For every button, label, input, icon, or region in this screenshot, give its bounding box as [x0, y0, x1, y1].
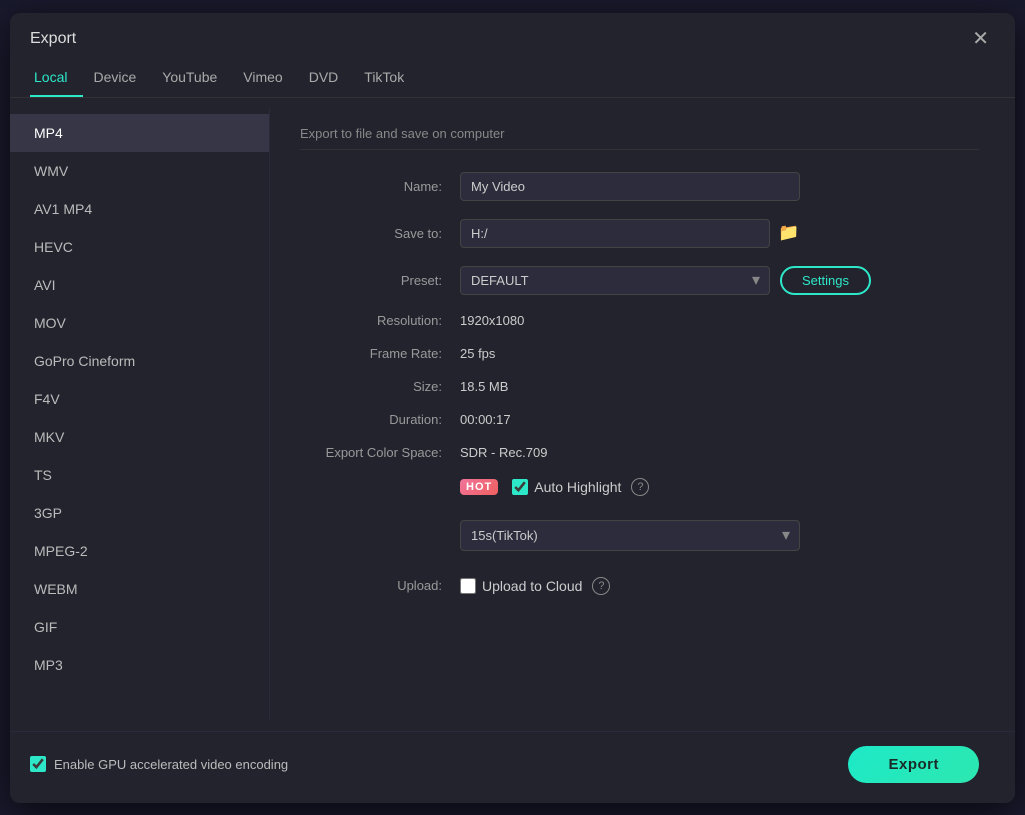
- format-list: MP4 WMV AV1 MP4 HEVC AVI MOV GoPro Cinef…: [10, 108, 270, 721]
- framerate-value: 25 fps: [460, 346, 495, 361]
- dialog-header: Export ✕: [10, 13, 1015, 51]
- tab-bar: Local Device YouTube Vimeo DVD TikTok: [10, 55, 1015, 98]
- close-button[interactable]: ✕: [966, 27, 995, 51]
- color-space-label: Export Color Space:: [300, 445, 460, 460]
- format-gopro[interactable]: GoPro Cineform: [10, 342, 269, 380]
- footer: Enable GPU accelerated video encoding Ex…: [10, 731, 1015, 803]
- preset-select[interactable]: DEFAULT Custom High Quality Low Quality: [460, 266, 770, 295]
- format-3gp[interactable]: 3GP: [10, 494, 269, 532]
- format-mpeg2[interactable]: MPEG-2: [10, 532, 269, 570]
- name-row: Name:: [300, 172, 979, 201]
- save-to-label: Save to:: [300, 226, 460, 241]
- export-button[interactable]: Export: [848, 746, 979, 783]
- tab-vimeo[interactable]: Vimeo: [239, 61, 298, 97]
- settings-button[interactable]: Settings: [780, 266, 871, 295]
- upload-cloud-controls: Upload to Cloud ?: [460, 577, 610, 595]
- framerate-label: Frame Rate:: [300, 346, 460, 361]
- tab-tiktok[interactable]: TikTok: [360, 61, 420, 97]
- duration-label: Duration:: [300, 412, 460, 427]
- preset-row: Preset: DEFAULT Custom High Quality Low …: [300, 266, 979, 295]
- highlight-duration-select[interactable]: 15s(TikTok) 30s 60s Custom: [460, 520, 800, 551]
- upload-cloud-label[interactable]: Upload to Cloud: [482, 578, 582, 594]
- main-panel: Export to file and save on computer Name…: [270, 108, 1015, 721]
- highlight-duration-row: 15s(TikTok) 30s 60s Custom: [300, 520, 979, 551]
- format-mp4[interactable]: MP4: [10, 114, 269, 152]
- framerate-row: Frame Rate: 25 fps: [300, 346, 979, 361]
- color-space-value: SDR - Rec.709: [460, 445, 547, 460]
- format-av1mp4[interactable]: AV1 MP4: [10, 190, 269, 228]
- preset-label: Preset:: [300, 273, 460, 288]
- resolution-label: Resolution:: [300, 313, 460, 328]
- auto-highlight-help-icon[interactable]: ?: [631, 478, 649, 496]
- format-mov[interactable]: MOV: [10, 304, 269, 342]
- name-input[interactable]: [460, 172, 800, 201]
- color-space-row: Export Color Space: SDR - Rec.709: [300, 445, 979, 460]
- format-wmv[interactable]: WMV: [10, 152, 269, 190]
- format-mp3[interactable]: MP3: [10, 646, 269, 684]
- gpu-row: Enable GPU accelerated video encoding: [30, 756, 288, 772]
- gpu-label[interactable]: Enable GPU accelerated video encoding: [54, 757, 288, 772]
- tab-device[interactable]: Device: [89, 61, 152, 97]
- format-ts[interactable]: TS: [10, 456, 269, 494]
- section-title: Export to file and save on computer: [300, 126, 979, 150]
- save-path-input[interactable]: [460, 219, 770, 248]
- tab-dvd[interactable]: DVD: [305, 61, 355, 97]
- duration-row: Duration: 00:00:17: [300, 412, 979, 427]
- format-hevc[interactable]: HEVC: [10, 228, 269, 266]
- dialog-title: Export: [30, 30, 76, 48]
- format-f4v[interactable]: F4V: [10, 380, 269, 418]
- upload-row: Upload: Upload to Cloud ?: [300, 577, 979, 595]
- auto-highlight-controls: HOT Auto Highlight ?: [460, 478, 649, 496]
- format-avi[interactable]: AVI: [10, 266, 269, 304]
- export-dialog: Export ✕ Local Device YouTube Vimeo DVD …: [10, 13, 1015, 803]
- size-label: Size:: [300, 379, 460, 394]
- content-area: MP4 WMV AV1 MP4 HEVC AVI MOV GoPro Cinef…: [10, 98, 1015, 731]
- auto-highlight-checkbox[interactable]: [512, 479, 528, 495]
- name-label: Name:: [300, 179, 460, 194]
- upload-label: Upload:: [300, 578, 460, 593]
- auto-highlight-row: HOT Auto Highlight ?: [300, 478, 979, 496]
- resolution-value: 1920x1080: [460, 313, 524, 328]
- save-to-row: Save to: 📁: [300, 219, 979, 248]
- size-value: 18.5 MB: [460, 379, 508, 394]
- path-row: 📁: [460, 219, 799, 248]
- duration-value: 00:00:17: [460, 412, 511, 427]
- format-webm[interactable]: WEBM: [10, 570, 269, 608]
- highlight-select-wrap: 15s(TikTok) 30s 60s Custom: [460, 520, 800, 551]
- upload-cloud-checkbox[interactable]: [460, 578, 476, 594]
- format-mkv[interactable]: MKV: [10, 418, 269, 456]
- auto-highlight-label[interactable]: Auto Highlight: [534, 479, 621, 495]
- gpu-checkbox[interactable]: [30, 756, 46, 772]
- format-gif[interactable]: GIF: [10, 608, 269, 646]
- tab-youtube[interactable]: YouTube: [158, 61, 233, 97]
- preset-select-wrap: DEFAULT Custom High Quality Low Quality: [460, 266, 770, 295]
- tab-local[interactable]: Local: [30, 61, 83, 97]
- browse-folder-button[interactable]: 📁: [778, 223, 799, 243]
- preset-controls: DEFAULT Custom High Quality Low Quality …: [460, 266, 871, 295]
- upload-cloud-help-icon[interactable]: ?: [592, 577, 610, 595]
- resolution-row: Resolution: 1920x1080: [300, 313, 979, 328]
- size-row: Size: 18.5 MB: [300, 379, 979, 394]
- hot-badge: HOT: [460, 479, 498, 495]
